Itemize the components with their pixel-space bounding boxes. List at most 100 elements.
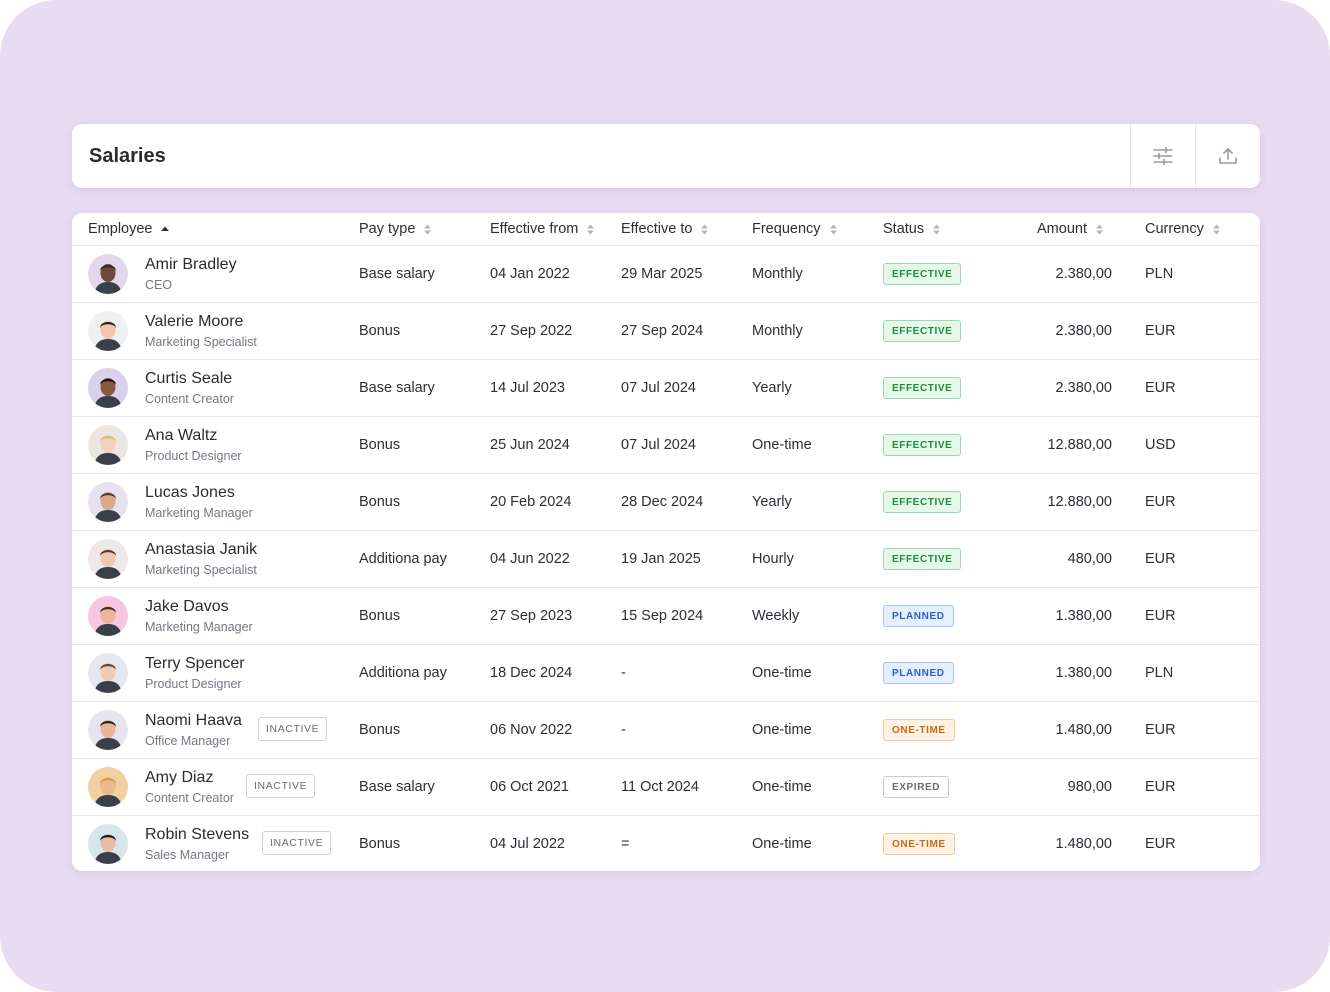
sort-icon (424, 224, 432, 235)
effective-to-cell: - (621, 665, 626, 681)
employee-name[interactable]: Curtis Seale (145, 370, 232, 388)
sliders-icon (1153, 147, 1173, 165)
status-cell: EFFECTIVE (883, 246, 962, 302)
employee-role: Content Creator (145, 791, 234, 805)
pay-type-cell: Bonus (359, 323, 401, 339)
employee-role: Office Manager (145, 734, 231, 748)
amount-cell: 1.480,00 (1055, 836, 1112, 852)
frequency-cell: Monthly (752, 266, 803, 282)
status-badge: PLANNED (883, 662, 954, 684)
column-label: Effective to (621, 221, 693, 237)
status-cell: ONE-TIME (883, 702, 955, 758)
frequency-cell: Hourly (752, 551, 794, 567)
employee-name[interactable]: Amir Bradley (145, 256, 237, 274)
frequency-cell: One-time (752, 722, 812, 738)
employee-name[interactable]: Amy Diaz (145, 769, 213, 787)
amount-cell: 1.380,00 (1055, 608, 1112, 624)
column-header-status[interactable]: Status (883, 213, 941, 245)
amount-cell: 12.880,00 (1047, 437, 1112, 453)
frequency-cell: One-time (752, 437, 812, 453)
inactive-badge: INACTIVE (258, 717, 328, 741)
status-badge: EXPIRED (883, 776, 950, 798)
sort-icon (1212, 224, 1220, 235)
frequency-cell: One-time (752, 779, 812, 795)
frequency-cell: Yearly (752, 494, 792, 510)
inactive-badge: INACTIVE (262, 831, 332, 855)
table-body: Amir Bradley CEO Base salary 04 Jan 2022 29 … (72, 246, 1260, 871)
effective-to-cell: 29 Mar 2025 (621, 266, 703, 282)
table-row[interactable]: Jake Davos Marketing Manager Bonus 27 Sep 2… (72, 588, 1260, 645)
sort-icon (1095, 224, 1103, 235)
status-cell: EFFECTIVE (883, 474, 962, 530)
column-header-frequency[interactable]: Frequency (752, 213, 837, 245)
employee-name[interactable]: Anastasia Janik (145, 541, 257, 559)
employee-role: Content Creator (145, 392, 234, 406)
effective-to-cell: 07 Jul 2024 (621, 437, 696, 453)
currency-cell: PLN (1145, 266, 1174, 282)
table-row[interactable]: Valerie Moore Marketing Specialist Bonus 27… (72, 303, 1260, 360)
inactive-badge: INACTIVE (246, 774, 316, 798)
status-badge: EFFECTIVE (883, 377, 962, 399)
column-label: Frequency (752, 221, 821, 237)
table-row[interactable]: Amir Bradley CEO Base salary 04 Jan 2022 29 … (72, 246, 1260, 303)
currency-cell: EUR (1145, 494, 1176, 510)
page-title: Salaries (89, 144, 166, 167)
status-badge: EFFECTIVE (883, 263, 962, 285)
table-header: Employee Pay type Effective from Effecti… (72, 213, 1260, 246)
employee-name[interactable]: Naomi Haava (145, 712, 242, 730)
currency-cell: EUR (1145, 608, 1176, 624)
avatar (88, 311, 128, 351)
pay-type-cell: Additiona pay (359, 665, 447, 681)
status-cell: EFFECTIVE (883, 417, 962, 473)
amount-cell: 480,00 (1067, 551, 1112, 567)
pay-type-cell: Bonus (359, 437, 401, 453)
employee-name[interactable]: Robin Stevens (145, 826, 249, 844)
employee-name[interactable]: Valerie Moore (145, 313, 243, 331)
filter-button[interactable] (1130, 124, 1195, 188)
sort-icon (587, 224, 595, 235)
currency-cell: EUR (1145, 323, 1176, 339)
table-row[interactable]: Lucas Jones Marketing Manager Bonus 20 Feb … (72, 474, 1260, 531)
effective-from-cell: 06 Oct 2021 (490, 779, 569, 795)
effective-to-cell: 28 Dec 2024 (621, 494, 704, 510)
employee-role: Product Designer (145, 677, 242, 691)
status-cell: ONE-TIME (883, 816, 955, 871)
currency-cell: EUR (1145, 551, 1176, 567)
status-cell: PLANNED (883, 588, 954, 644)
table-row[interactable]: Robin Stevens Sales Manager INACTIVE Bonus 0… (72, 816, 1260, 871)
table-row[interactable]: Ana Waltz Product Designer Bonus 25 Jun 202… (72, 417, 1260, 474)
column-header-effective-from[interactable]: Effective from (490, 213, 595, 245)
effective-from-cell: 25 Jun 2024 (490, 437, 570, 453)
column-header-amount[interactable]: Amount (1037, 213, 1103, 245)
upload-icon (1219, 148, 1237, 164)
avatar (88, 539, 128, 579)
column-label: Currency (1145, 221, 1204, 237)
column-header-employee[interactable]: Employee (88, 213, 170, 245)
employee-role: Marketing Specialist (145, 335, 257, 349)
column-header-pay-type[interactable]: Pay type (359, 213, 432, 245)
employee-name[interactable]: Jake Davos (145, 598, 229, 616)
table-row[interactable]: Naomi Haava Office Manager INACTIVE Bonus 06… (72, 702, 1260, 759)
avatar (88, 596, 128, 636)
export-button[interactable] (1195, 124, 1260, 188)
effective-from-cell: 04 Jul 2022 (490, 836, 565, 852)
table-row[interactable]: Anastasia Janik Marketing Specialist Addit… (72, 531, 1260, 588)
table-row[interactable]: Curtis Seale Content Creator Base salary 14… (72, 360, 1260, 417)
column-header-effective-to[interactable]: Effective to (621, 213, 709, 245)
employee-name[interactable]: Ana Waltz (145, 427, 217, 445)
table-row[interactable]: Terry Spencer Product Designer Additiona p… (72, 645, 1260, 702)
effective-from-cell: 04 Jun 2022 (490, 551, 570, 567)
frequency-cell: One-time (752, 665, 812, 681)
amount-cell: 2.380,00 (1055, 323, 1112, 339)
employee-name[interactable]: Terry Spencer (145, 655, 245, 673)
amount-cell: 1.380,00 (1055, 665, 1112, 681)
column-label: Pay type (359, 221, 416, 237)
effective-from-cell: 06 Nov 2022 (490, 722, 573, 738)
status-badge: EFFECTIVE (883, 434, 962, 456)
employee-name[interactable]: Lucas Jones (145, 484, 235, 502)
table-row[interactable]: Amy Diaz Content Creator INACTIVE Base sala… (72, 759, 1260, 816)
avatar (88, 482, 128, 522)
column-header-currency[interactable]: Currency (1145, 213, 1220, 245)
currency-cell: EUR (1145, 722, 1176, 738)
effective-from-cell: 14 Jul 2023 (490, 380, 565, 396)
